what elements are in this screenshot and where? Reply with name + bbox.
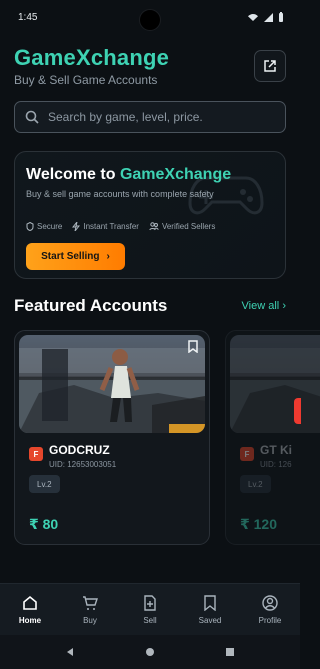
account-uid: UID: 126 — [260, 460, 292, 469]
account-level-badge: Lv.2 — [240, 475, 271, 493]
battery-icon — [279, 11, 283, 22]
wifi-icon — [248, 13, 258, 21]
search-icon — [25, 110, 39, 124]
view-all-link[interactable]: View all › — [242, 300, 286, 312]
account-card[interactable]: F GT Ki UID: 126 Lv.2 ₹ 120 — [225, 330, 320, 545]
bottom-navigation: Home Buy Sell Saved Profile — [0, 583, 300, 635]
game-avatar: F — [240, 447, 254, 461]
account-price: ₹ 120 — [240, 516, 277, 532]
tab-buy[interactable]: Buy — [61, 588, 119, 632]
search-input[interactable]: Search by game, level, price. — [14, 101, 286, 133]
scroll-indicator[interactable] — [294, 398, 301, 424]
account-uid: UID: 12653003051 — [49, 460, 117, 469]
chevron-right-icon: › — [282, 300, 286, 312]
game-character-image — [230, 348, 320, 433]
game-screenshot — [19, 335, 205, 433]
secure-feature: Secure — [26, 222, 62, 231]
start-selling-button[interactable]: Start Selling › — [26, 243, 125, 270]
welcome-banner: Welcome to GameXchange Buy & sell game a… — [14, 151, 286, 279]
home-button-icon[interactable] — [145, 647, 155, 657]
shopping-cart-icon — [83, 595, 98, 610]
app-header: GameXchange Buy & Sell Game Accounts — [14, 45, 286, 93]
bookmark-icon — [204, 594, 216, 611]
instant-transfer-feature: Instant Transfer — [72, 222, 139, 231]
back-icon[interactable] — [65, 647, 75, 657]
bookmark-icon[interactable] — [187, 340, 199, 353]
profile-icon — [262, 594, 278, 611]
trust-features: Secure Instant Transfer Verified Sellers — [26, 222, 215, 231]
open-external-button[interactable] — [254, 50, 286, 82]
account-price: ₹ 80 — [29, 516, 59, 532]
signal-icon — [264, 12, 273, 22]
front-camera — [139, 9, 161, 31]
lightning-icon — [72, 222, 81, 231]
search-placeholder: Search by game, level, price. — [48, 110, 203, 124]
game-screenshot — [230, 335, 320, 433]
recent-apps-icon[interactable] — [225, 647, 235, 657]
add-document-icon — [144, 594, 156, 611]
tab-home[interactable]: Home — [1, 588, 59, 632]
tab-profile[interactable]: Profile — [241, 588, 299, 632]
status-icons — [247, 11, 284, 23]
featured-title: Featured Accounts — [14, 296, 168, 315]
home-icon — [23, 595, 37, 610]
account-level-badge: Lv.2 — [29, 475, 60, 493]
account-name: GODCRUZ — [49, 443, 110, 457]
tab-sell[interactable]: Sell — [121, 588, 179, 632]
account-card[interactable]: F GODCRUZ UID: 12653003051 Lv.2 ₹ 80 — [14, 330, 210, 545]
status-time: 1:45 — [18, 11, 38, 23]
welcome-title: Welcome to GameXchange — [26, 166, 232, 183]
system-navigation-bar — [0, 635, 300, 669]
welcome-description: Buy & sell game accounts with complete s… — [26, 189, 214, 199]
game-character-image — [19, 348, 205, 433]
app-subtitle: Buy & Sell Game Accounts — [14, 73, 158, 87]
featured-section-header: Featured Accounts View all › — [14, 296, 286, 316]
game-avatar: F — [29, 447, 43, 461]
app-title: GameXchange — [14, 45, 170, 70]
account-name: GT Ki — [260, 443, 292, 457]
chevron-right-icon: › — [106, 251, 110, 262]
tab-saved[interactable]: Saved — [181, 588, 239, 632]
shield-icon — [26, 222, 34, 231]
users-icon — [149, 222, 159, 231]
external-link-icon — [264, 60, 276, 72]
verified-sellers-feature: Verified Sellers — [149, 222, 215, 231]
